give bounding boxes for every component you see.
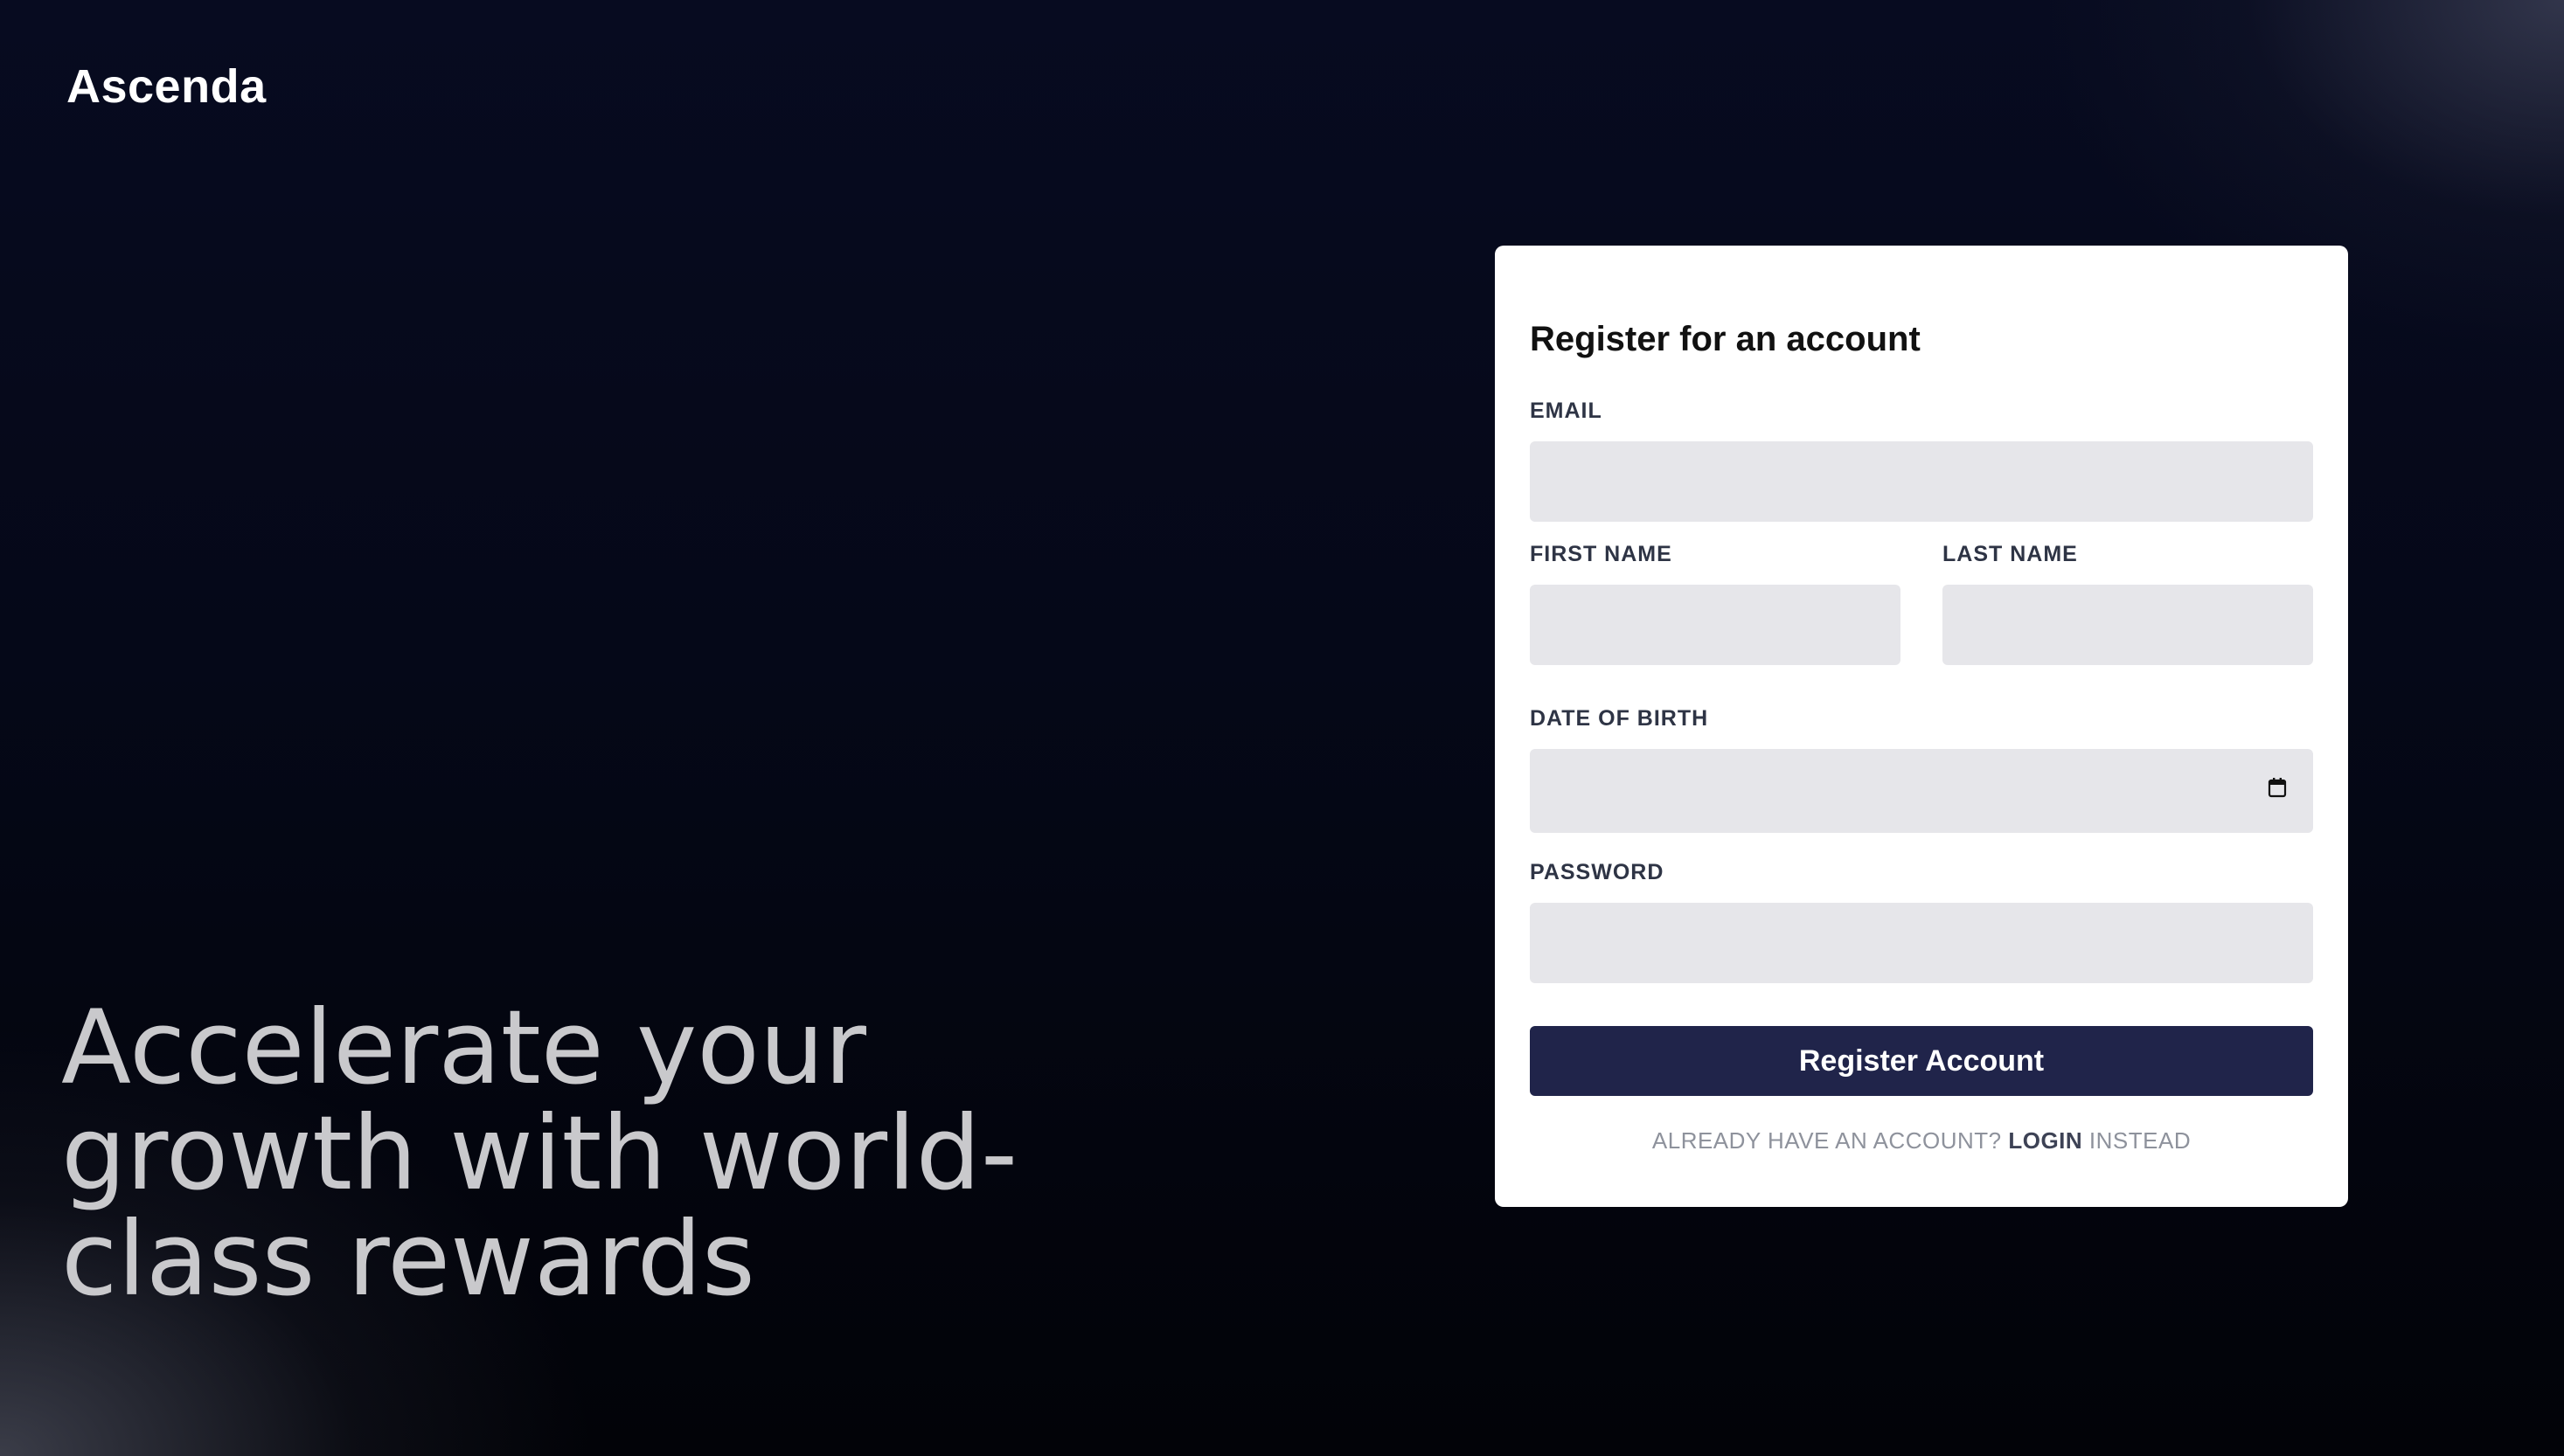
email-field[interactable] <box>1530 441 2313 522</box>
first-name-label: FIRST NAME <box>1530 542 1672 566</box>
email-label: EMAIL <box>1530 399 1602 423</box>
login-prompt: ALREADY HAVE AN ACCOUNT? LOGIN INSTEAD <box>1495 1127 2348 1154</box>
date-of-birth-label: DATE OF BIRTH <box>1530 706 1709 731</box>
login-prompt-prefix: ALREADY HAVE AN ACCOUNT? <box>1651 1127 2002 1154</box>
password-field[interactable] <box>1530 903 2313 983</box>
login-prompt-suffix: INSTEAD <box>2088 1127 2192 1154</box>
password-label: PASSWORD <box>1530 860 1664 884</box>
hero-headline: Accelerate your growth with world-class … <box>61 988 1018 1319</box>
last-name-label: LAST NAME <box>1942 542 2078 566</box>
last-name-field[interactable] <box>1942 585 2313 665</box>
ascenda-logo: Ascenda <box>66 60 267 113</box>
login-link[interactable]: LOGIN <box>2008 1127 2082 1154</box>
form-title: Register for an account <box>1530 320 1921 358</box>
first-name-field[interactable] <box>1530 585 1900 665</box>
calendar-icon[interactable] <box>2268 777 2287 798</box>
register-account-button[interactable]: Register Account <box>1530 1026 2313 1096</box>
date-of-birth-field[interactable] <box>1530 749 2313 833</box>
register-card: Register for an account EMAIL FIRST NAME… <box>1495 246 2348 1207</box>
